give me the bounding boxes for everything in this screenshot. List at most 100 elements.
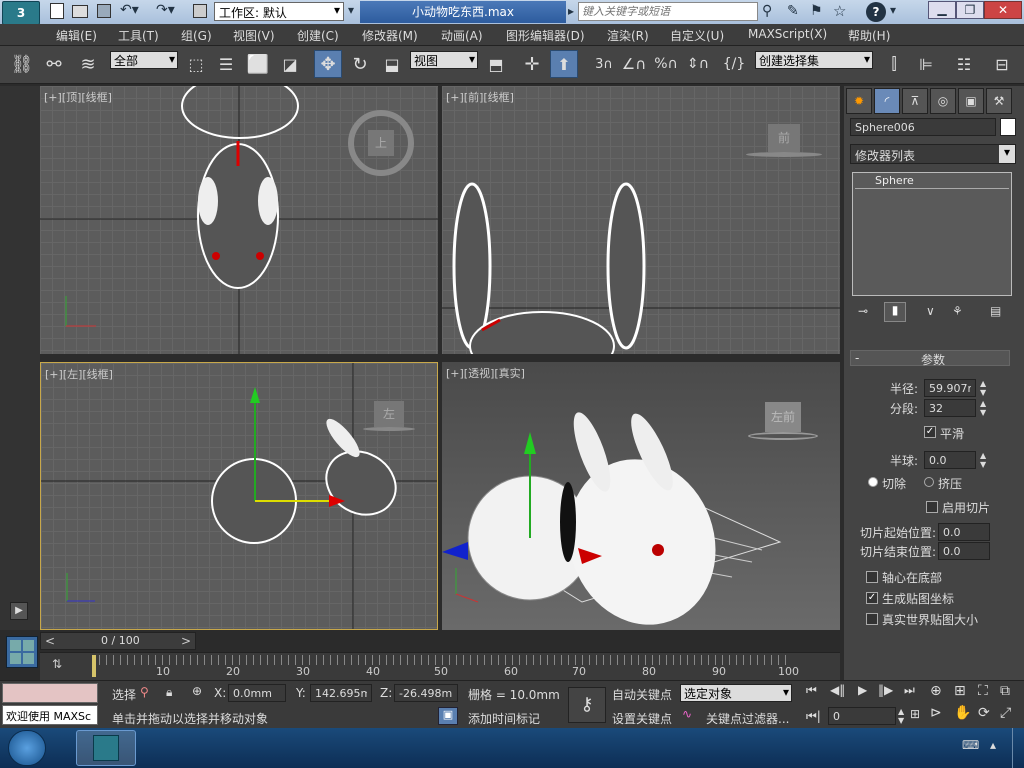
binoculars-icon[interactable]: ⚲ xyxy=(762,3,772,19)
quick-access-dropdown-icon[interactable]: ▾ xyxy=(348,3,354,17)
expand-ribbon-button[interactable]: ▶ xyxy=(10,602,28,620)
zoom-all-icon[interactable]: ⊞ xyxy=(954,683,966,699)
z-coordinate-field[interactable] xyxy=(394,684,458,702)
pin-stack-icon[interactable]: ⊸ xyxy=(858,304,868,318)
show-desktop-button[interactable] xyxy=(1012,728,1024,768)
viewport-top[interactable]: [+][顶][线框] 上 xyxy=(40,86,438,354)
close-button[interactable]: ✕ xyxy=(984,1,1022,19)
display-tab-icon[interactable]: ▣ xyxy=(958,88,984,114)
set-key-button[interactable]: 设置关键点 xyxy=(612,710,672,727)
time-slider-next-icon[interactable]: > xyxy=(181,634,191,648)
y-coordinate-field[interactable] xyxy=(310,684,372,702)
menu-item-group[interactable]: 组(G) xyxy=(181,27,212,44)
create-tab-icon[interactable]: ✹ xyxy=(846,88,872,114)
modifier-list-dropdown[interactable]: 修改器列表 ▾ xyxy=(850,144,1016,164)
taskbar-3dsmax-app[interactable] xyxy=(76,730,136,766)
time-tag-icon[interactable]: ▣ xyxy=(438,707,458,725)
select-manipulate-icon[interactable]: ✛ xyxy=(518,50,546,78)
tray-expand-icon[interactable]: ▴ xyxy=(990,738,996,752)
maxscript-listener-pink[interactable] xyxy=(2,683,98,703)
communication-center-icon[interactable]: ⚑ xyxy=(810,3,823,19)
menu-item-edit[interactable]: 编辑(E) xyxy=(56,27,97,44)
viewport-layout-icon[interactable] xyxy=(6,636,38,668)
configure-sets-icon[interactable]: ▤ xyxy=(990,304,1001,318)
go-to-start-icon[interactable]: ⏮ xyxy=(806,683,817,698)
orbit-icon[interactable]: ⟳ xyxy=(978,705,990,721)
frame-spinner[interactable]: ▲ ▼ xyxy=(898,707,904,725)
subscription-icon[interactable]: ✎ xyxy=(787,3,799,19)
slice-on-checkbox[interactable] xyxy=(926,501,938,513)
auto-key-button[interactable]: 自动关键点 xyxy=(612,686,672,703)
current-frame-marker[interactable] xyxy=(92,655,96,677)
new-file-icon[interactable] xyxy=(50,3,64,19)
unlink-icon[interactable]: ⚯ xyxy=(40,50,68,78)
viewcube-perspective[interactable]: 左前 xyxy=(744,402,822,448)
open-file-icon[interactable] xyxy=(72,5,88,18)
zoom-icon[interactable]: ⊕ xyxy=(930,683,942,699)
go-to-end-icon[interactable]: ⏭ xyxy=(904,683,915,698)
pivot-center-icon[interactable]: ⬒ xyxy=(482,50,510,78)
hierarchy-tab-icon[interactable]: ⊼ xyxy=(902,88,928,114)
segments-field[interactable] xyxy=(924,399,976,417)
chop-radio[interactable] xyxy=(868,477,878,487)
keyboard-tray-icon[interactable]: ⌨ xyxy=(962,738,979,752)
menu-item-graph-editors[interactable]: 图形编辑器(D) xyxy=(506,27,585,44)
window-crossing-icon[interactable]: ◪ xyxy=(276,50,304,78)
utilities-tab-icon[interactable]: ⚒ xyxy=(986,88,1012,114)
key-mode-toggle-icon[interactable]: ⏮| xyxy=(806,709,821,724)
show-end-result-icon[interactable]: ▮ xyxy=(884,302,906,322)
select-move-icon[interactable]: ✥ xyxy=(314,50,342,78)
absolute-mode-icon[interactable]: ⊕ xyxy=(192,684,202,698)
time-slider-prev-icon[interactable]: < xyxy=(45,634,55,648)
save-icon[interactable] xyxy=(97,4,111,18)
select-rotate-icon[interactable]: ↻ xyxy=(346,50,374,78)
viewport-perspective[interactable]: [+][透视][真实] 左前 xyxy=(442,362,840,630)
menu-item-help[interactable]: 帮助(H) xyxy=(848,27,890,44)
menu-item-modifiers[interactable]: 修改器(M) xyxy=(362,27,418,44)
squash-radio[interactable] xyxy=(924,477,934,487)
search-input[interactable] xyxy=(578,2,758,21)
bind-space-warp-icon[interactable]: ≋ xyxy=(74,50,102,78)
mini-curve-editor-icon[interactable]: ⇅ xyxy=(52,657,62,671)
gen-map-checkbox[interactable]: ✓ xyxy=(866,592,878,604)
edit-named-selection-icon[interactable]: {/} xyxy=(720,50,748,78)
lock-selection-icon[interactable]: 🔒︎ xyxy=(166,685,172,700)
track-bar[interactable]: ⇅ 10 20 30 40 50 60 70 80 90 100 xyxy=(40,652,840,680)
link-icon[interactable]: ⛓ xyxy=(8,50,36,78)
search-expand-icon[interactable]: ▸ xyxy=(568,4,574,18)
align-icon[interactable]: ⊫ xyxy=(912,50,940,78)
select-scale-icon[interactable]: ⬓ xyxy=(378,50,406,78)
parameters-rollout-header[interactable]: - 参数 xyxy=(850,350,1010,367)
menu-item-rendering[interactable]: 渲染(R) xyxy=(607,27,649,44)
smooth-checkbox[interactable]: ✓ xyxy=(924,426,936,438)
object-color-swatch[interactable] xyxy=(1000,118,1016,136)
radius-field[interactable] xyxy=(924,379,976,397)
select-object-icon[interactable]: ⬚ xyxy=(182,50,210,78)
slice-to-field[interactable] xyxy=(938,542,990,560)
help-icon[interactable]: ? xyxy=(866,2,886,22)
start-button[interactable] xyxy=(8,730,46,766)
menu-item-customize[interactable]: 自定义(U) xyxy=(670,27,724,44)
project-folder-icon[interactable] xyxy=(193,4,207,18)
reference-coordinate-dropdown[interactable]: 视图 ▾ xyxy=(410,51,478,69)
favorites-icon[interactable]: ☆ xyxy=(833,2,846,20)
time-slider[interactable]: < 0 / 100 > xyxy=(40,632,196,650)
isolate-selection-icon[interactable]: ⚲ xyxy=(140,685,149,699)
field-of-view-icon[interactable]: ⊳ xyxy=(930,705,942,721)
render-icon[interactable]: ⊟ xyxy=(988,50,1016,78)
redo-icon[interactable]: ↷▾ xyxy=(156,2,175,18)
menu-item-maxscript[interactable]: MAXScript(X) xyxy=(748,27,827,41)
make-unique-icon[interactable]: ∨ xyxy=(926,304,935,318)
minimize-button[interactable]: ▁ xyxy=(928,1,956,19)
play-icon[interactable]: ▶ xyxy=(858,683,867,697)
app-logo-icon[interactable]: 3 xyxy=(2,1,40,25)
time-configuration-icon[interactable]: ⊞ xyxy=(910,707,920,721)
spinner-snap-icon[interactable]: ⇕∩ xyxy=(684,50,712,78)
radius-spinner[interactable]: ▲ ▼ xyxy=(980,379,990,397)
named-selection-dropdown[interactable]: 创建选择集 ▾ xyxy=(755,51,873,69)
viewcube-top[interactable]: 上 xyxy=(348,110,414,176)
menu-item-animation[interactable]: 动画(A) xyxy=(441,27,483,44)
x-coordinate-field[interactable] xyxy=(228,684,286,702)
viewcube-front[interactable]: 前 xyxy=(742,124,826,164)
stack-item-sphere[interactable]: Sphere xyxy=(855,173,1009,189)
